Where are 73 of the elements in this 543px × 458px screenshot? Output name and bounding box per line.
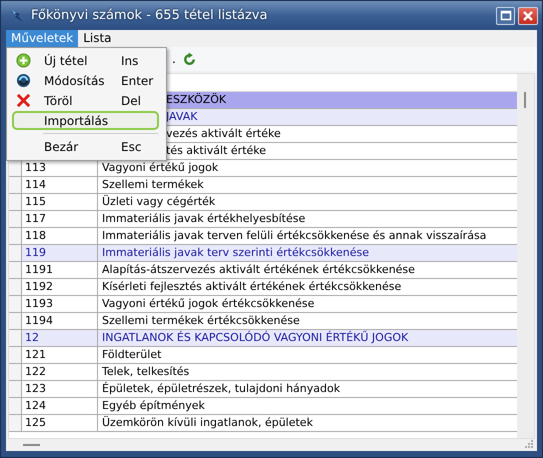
maximize-icon (500, 10, 512, 22)
table-cell: 117 (22, 211, 98, 227)
row-header[interactable] (9, 194, 22, 210)
table-cell: Immateriális javak terv szerinti értékcsökkenése (102, 246, 369, 259)
row-header[interactable] (9, 313, 22, 329)
menu-title[interactable]: Lista (78, 30, 117, 47)
table-cell: 124 (22, 398, 98, 414)
row-header[interactable] (9, 211, 22, 227)
table-cell: 121 (22, 347, 98, 363)
close-icon (522, 10, 534, 22)
table-cell: 125 (22, 415, 98, 431)
row-header[interactable] (9, 160, 22, 176)
table-cell: tés aktivált értéke (166, 144, 266, 157)
menu-title[interactable]: Műveletek (6, 30, 78, 47)
row-header[interactable] (9, 381, 22, 397)
menu-item[interactable]: Módosítás Enter (12, 71, 159, 90)
table-cell: 1192 (22, 279, 98, 295)
row-header[interactable] (9, 262, 22, 278)
table-cell: Szellemi termékek értékcsökkenése (102, 314, 300, 327)
table-cell: Vagyoni értékű jogok (102, 161, 218, 174)
table-cell: INGATLANOK ÉS KAPCSOLÓDÓ VAGYONI ÉRTÉKŰ JOGOK (102, 331, 408, 344)
table-cell: Vagyoni értékű jogok értékcsökkenése (102, 297, 314, 310)
maximize-button[interactable] (496, 6, 515, 24)
table-cell: Épületek, épületrészek, tulajdoni hányadok (102, 382, 340, 395)
row-header[interactable] (9, 398, 22, 414)
scrollbar[interactable] (517, 74, 534, 438)
refresh-icon[interactable] (182, 52, 197, 66)
plus-icon (16, 53, 30, 68)
row-header[interactable] (9, 330, 22, 346)
table-cell: JAVAK (166, 110, 198, 123)
row-header[interactable] (9, 228, 22, 244)
row-header[interactable] (9, 364, 22, 380)
table-cell: 115 (22, 194, 98, 210)
table-cell: 114 (22, 177, 98, 193)
row-header[interactable] (9, 347, 22, 363)
table-cell: Üzemkörön kívüli ingatlanok, épületek (102, 416, 313, 429)
table-cell: Telek, telkesítés (102, 365, 190, 378)
table-cell: Egyéb építmények (102, 399, 205, 412)
close-button[interactable] (518, 6, 538, 24)
table-cell: vezés aktivált értéke (166, 127, 281, 140)
table-cell: 118 (22, 228, 98, 244)
table-cell: 119 (22, 245, 98, 261)
menu-item[interactable]: Új tétel Ins (12, 51, 159, 70)
row-header[interactable] (9, 296, 22, 312)
row-header[interactable] (9, 245, 22, 261)
table-cell: Kísérleti fejlesztés aktivált értékének értékcsökkenése (102, 280, 402, 293)
table-cell: Földterület (102, 348, 162, 361)
resize-grip-icon[interactable] (525, 440, 533, 448)
menu-item[interactable]: Bezár Esc (12, 137, 159, 156)
table-cell: ESZKÖZÖK (166, 93, 226, 106)
refresh-circle-icon (16, 73, 30, 88)
app-icon (9, 8, 25, 24)
table-cell: Üzleti vagy cégérték (102, 195, 216, 208)
toolbar-text: . (172, 52, 176, 66)
table-cell: 122 (22, 364, 98, 380)
table-cell: Immateriális javak értékhelyesbítése (102, 212, 306, 225)
row-header[interactable] (9, 177, 22, 193)
row-header[interactable] (9, 279, 22, 295)
delete-icon (16, 93, 30, 108)
table-cell: 1194 (22, 313, 98, 329)
table-cell: 1191 (22, 262, 98, 278)
table-cell: 12 (22, 330, 98, 346)
table-cell: Alapítás-átszervezés aktivált értékének értékcsökkenése (102, 263, 415, 276)
table-cell: Immateriális javak terven felüli értékcsökkenése és annak visszaírása (102, 229, 486, 242)
dash-mark (23, 444, 40, 446)
table-cell: 1193 (22, 296, 98, 312)
menu-item[interactable]: Töröl Del (12, 91, 159, 110)
table-cell: 123 (22, 381, 98, 397)
row-header[interactable] (9, 415, 22, 431)
table-cell: Szellemi termékek (102, 178, 204, 191)
window-title: Főkönyvi számok - 655 tétel listázva (31, 8, 268, 23)
scroll-thumb[interactable] (524, 92, 526, 108)
menu-item[interactable]: Importálás (12, 111, 159, 130)
